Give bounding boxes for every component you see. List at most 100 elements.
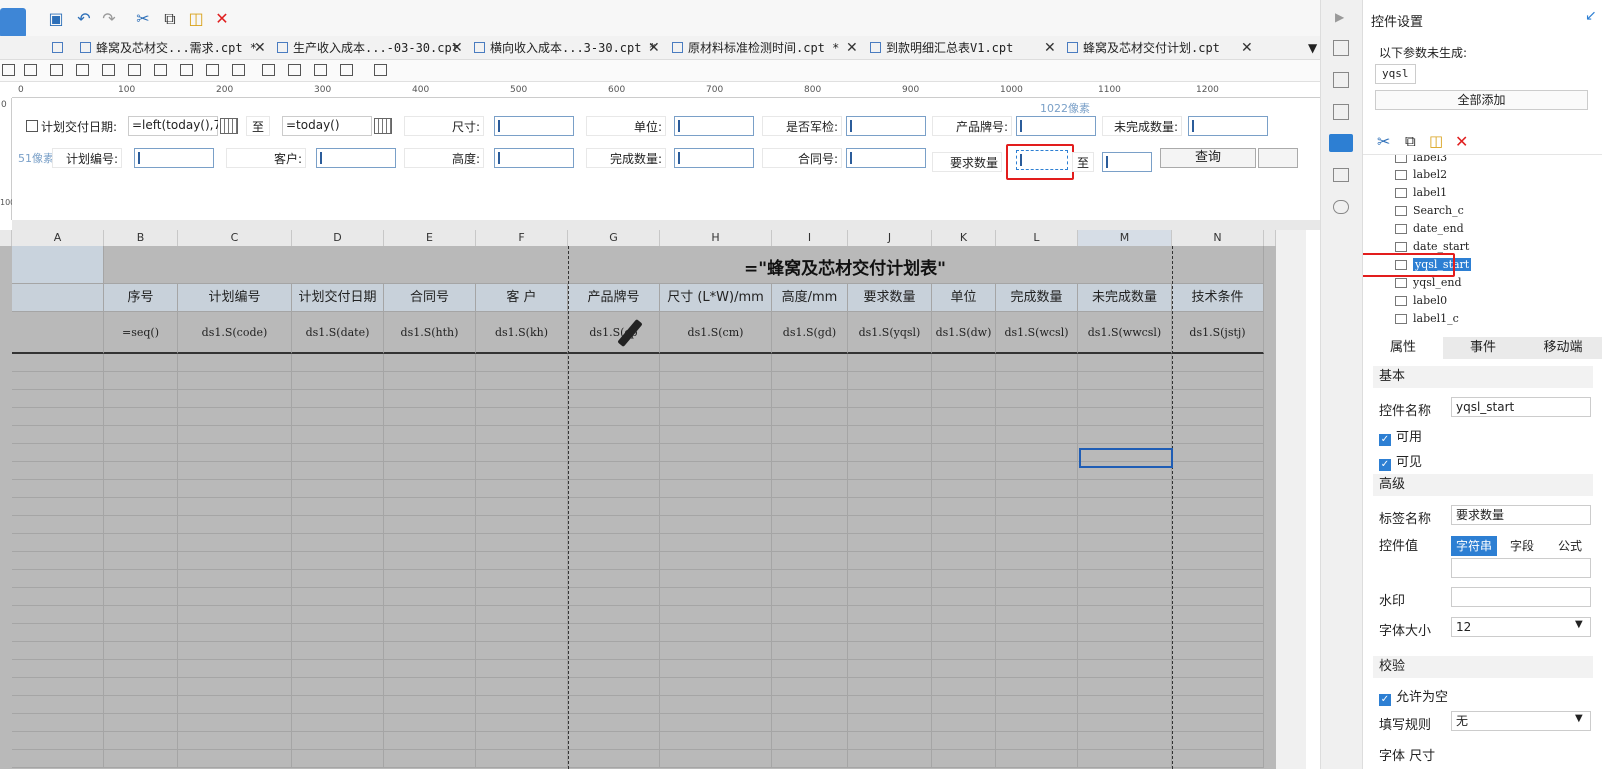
empty-cell[interactable] [384, 696, 476, 714]
empty-cell[interactable] [384, 588, 476, 606]
empty-cell[interactable] [292, 372, 384, 390]
military-input[interactable] [846, 116, 926, 136]
advanced-section[interactable]: 高级 [1373, 474, 1593, 496]
report-grid[interactable]: A B C D E F G H I J K L M N ="蜂窝及芯材交付计划表… [0, 230, 1306, 769]
empty-cell[interactable] [104, 696, 178, 714]
empty-cell[interactable] [178, 372, 292, 390]
empty-cell[interactable] [1078, 642, 1172, 660]
delete-icon[interactable]: ✕ [212, 9, 232, 29]
date-start-field[interactable]: =left(today(),7)+ [128, 116, 218, 136]
empty-cell[interactable] [660, 696, 772, 714]
empty-cell[interactable] [476, 552, 568, 570]
empty-cell[interactable] [384, 408, 476, 426]
empty-cell[interactable] [568, 462, 660, 480]
empty-cell[interactable] [476, 480, 568, 498]
empty-cell[interactable] [568, 696, 660, 714]
empty-cell[interactable] [660, 408, 772, 426]
empty-cell[interactable] [292, 354, 384, 372]
empty-cell[interactable] [1172, 660, 1264, 678]
tab-file-2[interactable]: 生产收入成本...-03-30.cpt ✕ [275, 36, 463, 60]
empty-cell[interactable] [476, 732, 568, 750]
empty-cell[interactable] [1078, 750, 1172, 768]
empty-cell[interactable] [568, 498, 660, 516]
empty-cell[interactable] [1078, 696, 1172, 714]
empty-cell[interactable] [848, 426, 932, 444]
empty-cell[interactable] [1172, 444, 1264, 462]
close-icon[interactable]: ✕ [846, 36, 858, 60]
empty-cell[interactable] [12, 750, 104, 768]
empty-cell[interactable] [996, 696, 1078, 714]
empty-cell[interactable] [568, 408, 660, 426]
empty-cell[interactable] [996, 390, 1078, 408]
empty-cell[interactable] [568, 516, 660, 534]
empty-cell[interactable] [772, 462, 848, 480]
empty-cell[interactable] [568, 714, 660, 732]
empty-cell[interactable] [848, 696, 932, 714]
chevron-down-icon[interactable]: ▼ [1575, 713, 1583, 724]
expand-icon[interactable]: ▶ [1335, 10, 1344, 24]
empty-cell[interactable] [104, 588, 178, 606]
empty-cell[interactable] [772, 534, 848, 552]
empty-cell[interactable] [1078, 426, 1172, 444]
empty-cell[interactable] [384, 462, 476, 480]
empty-cell[interactable] [996, 462, 1078, 480]
empty-cell[interactable] [476, 750, 568, 768]
empty-cell[interactable] [1172, 750, 1264, 768]
tree-item[interactable]: yqsl_end [1395, 274, 1462, 291]
empty-cell[interactable] [476, 462, 568, 480]
contract-input[interactable] [846, 148, 926, 168]
pin-icon[interactable]: ↙ [1585, 8, 1597, 24]
empty-cell[interactable] [848, 642, 932, 660]
query-button[interactable]: 查询 [1160, 148, 1256, 168]
empty-cell[interactable] [104, 390, 178, 408]
undo-icon[interactable]: ↶ [74, 9, 94, 29]
column-header-h[interactable]: H [660, 230, 772, 246]
control-name-field[interactable]: yqsl_start [1451, 397, 1591, 417]
empty-cell[interactable] [1172, 480, 1264, 498]
column-header-k[interactable]: K [932, 230, 996, 246]
data-cell[interactable]: ds1.S(yqsl) [848, 312, 932, 354]
empty-cell[interactable] [660, 552, 772, 570]
empty-cell[interactable] [932, 588, 996, 606]
empty-cell[interactable] [660, 732, 772, 750]
column-header-a[interactable]: A [12, 230, 104, 246]
empty-cell[interactable] [104, 534, 178, 552]
value-type-string[interactable]: 字符串 [1451, 536, 1497, 556]
empty-cell[interactable] [1078, 624, 1172, 642]
empty-cell[interactable] [104, 750, 178, 768]
widget-settings-icon[interactable] [1329, 134, 1353, 152]
empty-cell[interactable] [996, 660, 1078, 678]
column-header-m[interactable]: M [1078, 230, 1172, 246]
empty-cell[interactable] [996, 678, 1078, 696]
empty-cell[interactable] [660, 498, 772, 516]
empty-cell[interactable] [660, 372, 772, 390]
empty-cell[interactable] [104, 498, 178, 516]
empty-cell[interactable] [996, 480, 1078, 498]
empty-cell[interactable] [178, 444, 292, 462]
empty-cell[interactable] [178, 588, 292, 606]
empty-cell[interactable] [660, 714, 772, 732]
empty-cell[interactable] [848, 408, 932, 426]
empty-cell[interactable] [772, 624, 848, 642]
empty-cell[interactable] [848, 390, 932, 408]
size-input[interactable] [494, 116, 574, 136]
empty-cell[interactable] [568, 606, 660, 624]
empty-cell[interactable] [1078, 588, 1172, 606]
empty-cell[interactable] [848, 660, 932, 678]
header-cell[interactable]: 计划编号 [178, 284, 292, 312]
data-cell[interactable]: ds1.S(wcsl) [996, 312, 1078, 354]
empty-cell[interactable] [996, 750, 1078, 768]
empty-cell[interactable] [772, 714, 848, 732]
empty-cell[interactable] [292, 732, 384, 750]
empty-cell[interactable] [932, 642, 996, 660]
empty-cell[interactable] [476, 642, 568, 660]
empty-cell[interactable] [1078, 390, 1172, 408]
empty-cell[interactable] [384, 714, 476, 732]
tree-item[interactable]: label0 [1395, 292, 1447, 309]
empty-cell[interactable] [996, 372, 1078, 390]
layout-icon[interactable] [1333, 40, 1349, 56]
unfinished-input[interactable] [1188, 116, 1268, 136]
empty-cell[interactable] [12, 624, 104, 642]
empty-cell[interactable] [12, 408, 104, 426]
empty-cell[interactable] [12, 534, 104, 552]
